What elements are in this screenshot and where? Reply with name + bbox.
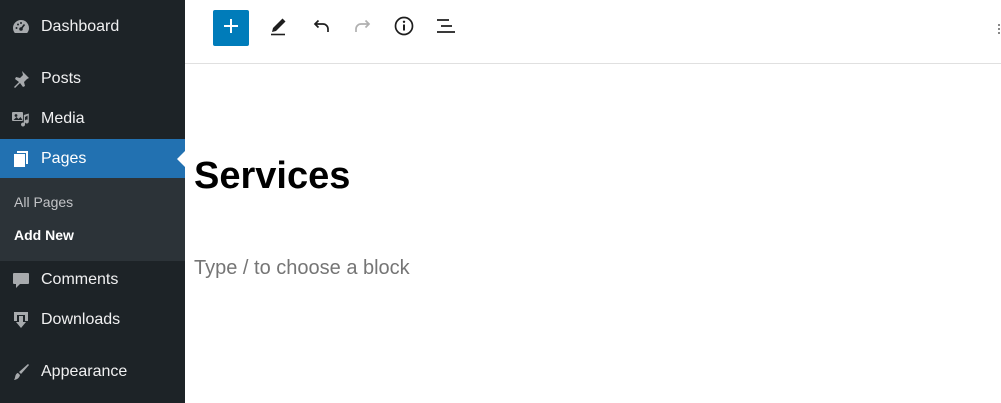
sidebar-item-label: Media xyxy=(41,110,85,127)
add-block-button[interactable] xyxy=(213,10,249,46)
undo-button[interactable] xyxy=(303,10,339,46)
download-icon xyxy=(10,309,32,331)
sidebar-item-label: Pages xyxy=(41,150,87,167)
undo-icon xyxy=(310,15,332,42)
active-menu-arrow xyxy=(177,151,185,167)
list-view-icon xyxy=(434,15,458,42)
pages-icon xyxy=(10,148,32,170)
plus-icon xyxy=(221,16,241,41)
pin-icon xyxy=(10,68,32,90)
sidebar-item-posts[interactable]: Posts xyxy=(0,59,185,99)
sidebar-item-dashboard[interactable]: Dashboard xyxy=(0,7,185,47)
details-button[interactable] xyxy=(386,10,422,46)
dashboard-icon xyxy=(10,16,32,38)
redo-icon xyxy=(352,15,374,42)
edit-tool-button[interactable] xyxy=(260,10,296,46)
sidebar-item-label: Appearance xyxy=(41,363,128,380)
sidebar-item-downloads[interactable]: Downloads xyxy=(0,300,185,340)
sidebar-item-comments[interactable]: Comments xyxy=(0,260,185,300)
media-icon xyxy=(10,108,32,130)
submenu-item-all-pages[interactable]: All Pages xyxy=(14,194,73,210)
pencil-icon xyxy=(267,15,289,42)
page-title[interactable]: Services xyxy=(194,155,350,198)
comment-icon xyxy=(10,269,32,291)
block-placeholder[interactable]: Type / to choose a block xyxy=(194,257,410,280)
sidebar-item-label: Downloads xyxy=(41,311,121,328)
pages-submenu: All Pages Add New xyxy=(0,178,185,261)
list-view-button[interactable] xyxy=(428,10,464,46)
sidebar-item-appearance[interactable]: Appearance xyxy=(0,352,185,392)
info-icon xyxy=(393,15,415,42)
submenu-item-add-new[interactable]: Add New xyxy=(14,227,74,243)
sidebar-item-label: Posts xyxy=(41,70,82,87)
sidebar-item-label: Dashboard xyxy=(41,18,120,35)
sidebar-item-pages[interactable]: Pages xyxy=(0,139,185,179)
redo-button[interactable] xyxy=(345,10,381,46)
sidebar-item-label: Comments xyxy=(41,271,119,288)
admin-sidebar: Dashboard Posts Media Pages All Pages Ad… xyxy=(0,0,185,403)
editor-toolbar xyxy=(185,0,1001,64)
editor-canvas: Services Type / to choose a block xyxy=(185,65,1001,403)
sidebar-item-media[interactable]: Media xyxy=(0,99,185,139)
paintbrush-icon xyxy=(10,361,32,383)
